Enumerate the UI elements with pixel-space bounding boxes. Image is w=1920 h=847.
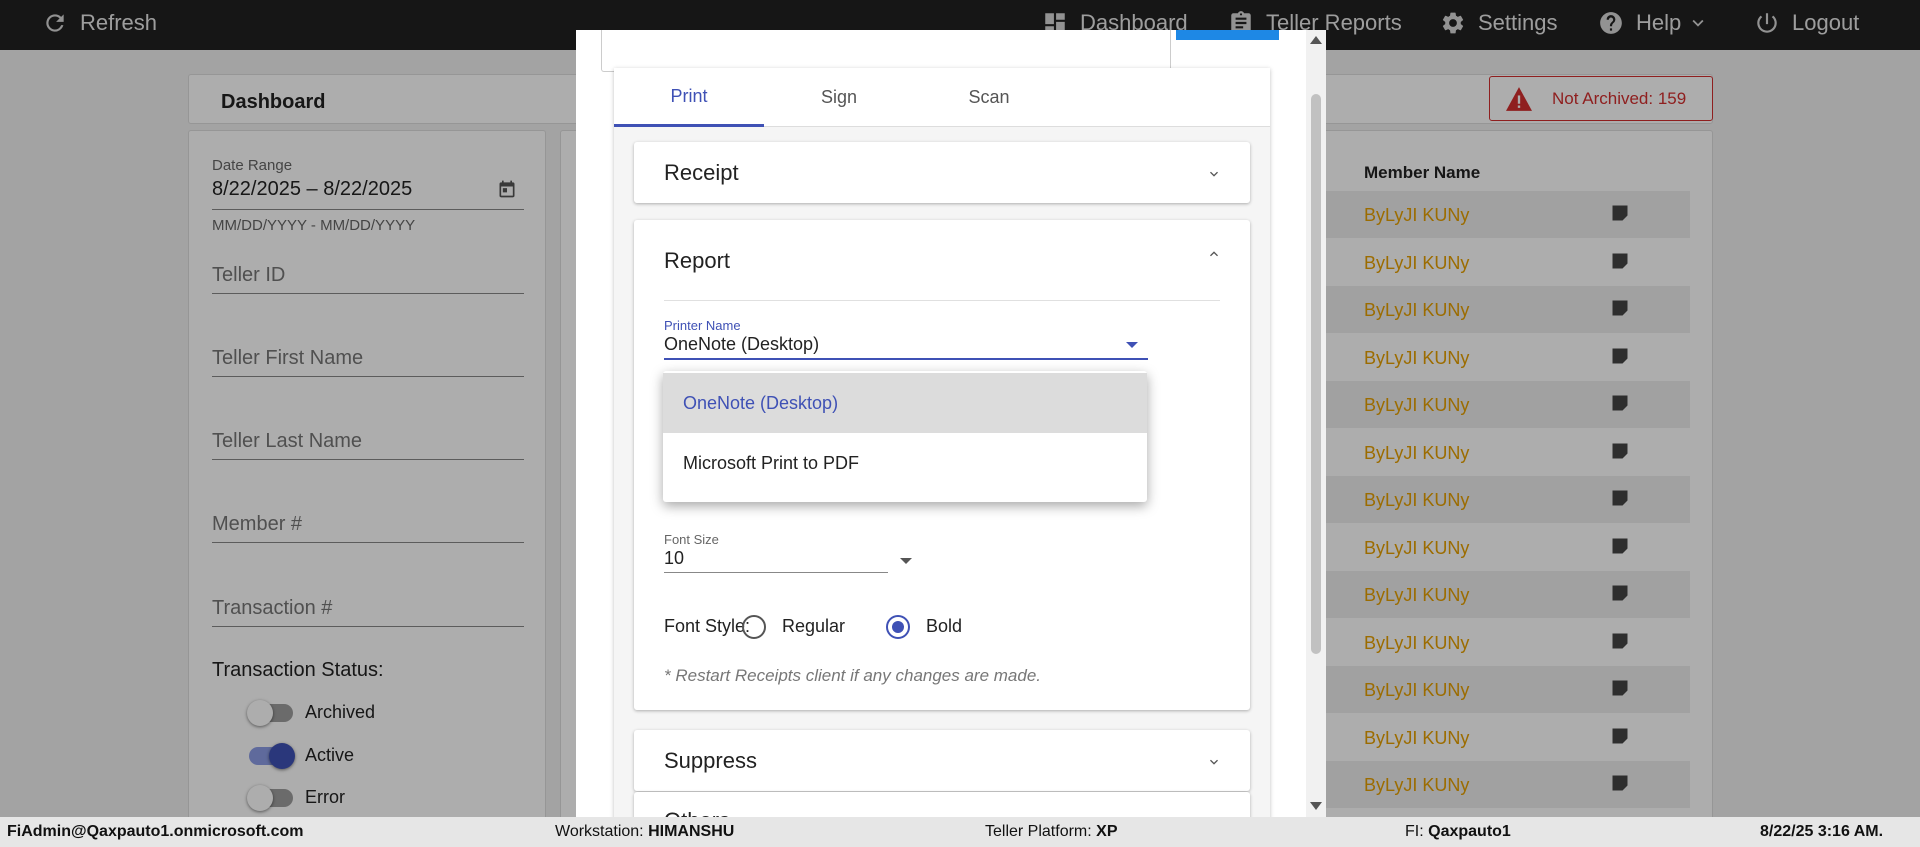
radio-regular[interactable] [742,615,766,639]
radio-bold[interactable] [886,615,910,639]
chevron-down-icon[interactable] [1206,754,1222,770]
printer-name-label: Printer Name [664,318,741,333]
receipt-panel-header[interactable]: Receipt [634,142,1250,203]
printer-option-pdf[interactable]: Microsoft Print to PDF [663,433,1147,493]
suppress-title: Suppress [664,748,757,773]
fi-info: FI: Qaxpauto1 [1405,823,1511,840]
radio-bold-label: Bold [926,616,963,636]
font-style-label: Font Style: [664,616,751,636]
teller-platform-info: Teller Platform: XP [985,823,1118,840]
suppress-panel-header[interactable]: Suppress [634,730,1250,791]
restart-note: * Restart Receipts client if any changes… [664,666,1042,685]
chevron-down-icon[interactable] [1206,166,1222,182]
printer-dropdown-menu: OneNote (Desktop) Microsoft Print to PDF [663,371,1147,502]
dropdown-arrow-icon[interactable] [900,558,912,564]
others-title: Others [664,808,730,817]
font-size-select[interactable]: 10 [664,548,684,569]
dropdown-arrow-icon[interactable] [1126,342,1138,348]
scrollbar-thumb[interactable] [1311,94,1321,654]
status-bar: FiAdmin@Qaxpauto1.onmicrosoft.com Workst… [0,817,1920,847]
tab-scan[interactable]: Scan [914,68,1064,127]
datetime: 8/22/25 3:16 AM. [1760,823,1884,840]
dialog-top-button[interactable] [1176,30,1279,40]
dialog-top-field[interactable] [601,30,1171,72]
font-size-label: Font Size [664,532,719,547]
font-size-underline [664,572,888,573]
printer-option-onenote[interactable]: OneNote (Desktop) [663,373,1147,433]
printer-name-select[interactable]: OneNote (Desktop) [664,334,819,355]
printer-name-underline [664,358,1148,360]
report-title: Report [664,248,731,273]
workstation-info: Workstation: HIMANSHU [555,823,735,840]
chevron-up-icon[interactable] [1206,246,1222,262]
receipt-title: Receipt [664,160,739,185]
tab-bar: Print Sign Scan [614,68,1270,127]
scroll-up-arrow-icon[interactable] [1310,36,1322,44]
radio-regular-label: Regular [782,616,846,636]
tab-print[interactable]: Print [614,68,764,127]
dialog-scrollbar[interactable] [1306,30,1326,817]
others-panel-header[interactable]: Others [634,792,1250,817]
tab-sign[interactable]: Sign [764,68,914,127]
scroll-down-arrow-icon[interactable] [1310,802,1322,810]
report-divider [664,300,1220,301]
current-user: FiAdmin@Qaxpauto1.onmicrosoft.com [7,823,304,840]
